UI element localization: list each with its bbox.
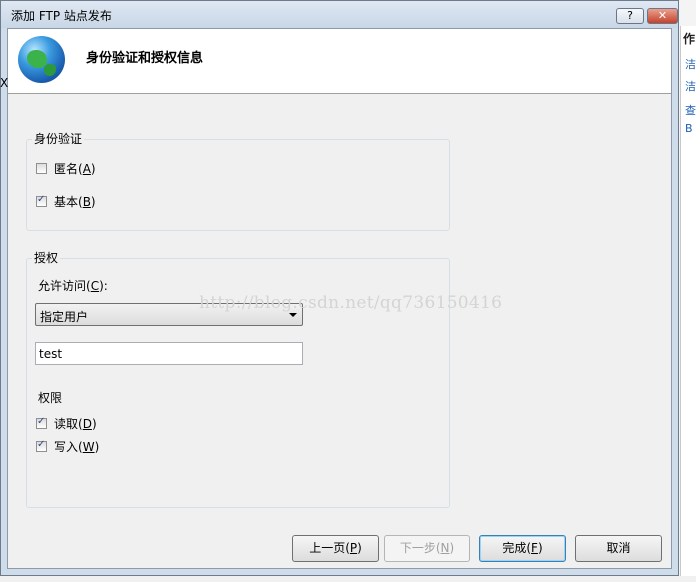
background-bottom-strip [0,576,696,582]
dialog-title: 添加 FTP 站点发布 [11,9,112,23]
close-button[interactable]: ✕ [647,8,678,24]
page-title: 身份验证和授权信息 [86,51,204,66]
background-link[interactable]: B [685,122,693,135]
background-pane-title: 作 [683,32,696,46]
write-checkbox-row[interactable]: 写入(W) [36,438,99,455]
previous-button[interactable]: 上一页(P) [292,535,379,562]
anonymous-label: 匿名(A) [54,162,96,176]
background-link[interactable]: 洁 [685,56,696,72]
authentication-group [26,139,450,231]
read-checkbox-row[interactable]: 读取(D) [36,415,97,432]
finish-button[interactable]: 完成(F) [479,535,566,562]
background-actions-pane: 作 洁 洁 查 B [680,26,696,582]
background-link[interactable]: 查 [685,102,696,118]
anonymous-checkbox[interactable] [36,163,47,174]
wizard-header: 身份验证和授权信息 [8,29,671,94]
allow-access-value: 指定用户 [40,310,89,324]
next-button[interactable]: 下一步(N) [384,535,470,562]
basic-label: 基本(B) [54,195,96,209]
read-label: 读取(D) [54,417,97,431]
write-label: 写入(W) [54,440,100,454]
add-ftp-site-dialog: 添加 FTP 站点发布 ? ✕ 身份验证和授权信息 身份验证 匿名(A) 基本(… [0,0,679,576]
background-link[interactable]: 洁 [685,78,696,94]
background-close-icon[interactable]: X [0,76,8,90]
cancel-button[interactable]: 取消 [575,535,662,562]
globe-icon [18,36,65,83]
chevron-down-icon [289,313,297,317]
permissions-label: 权限 [38,391,63,405]
watermark-text: http://blog.csdn.net/qq736150416 [199,293,503,313]
authentication-group-label: 身份验证 [32,130,85,147]
basic-checkbox[interactable] [36,194,47,207]
read-checkbox[interactable] [36,416,47,429]
anonymous-checkbox-row[interactable]: 匿名(A) [36,160,96,177]
help-button[interactable]: ? [616,8,644,24]
write-checkbox[interactable] [36,439,47,452]
authorization-group-label: 授权 [32,249,61,266]
dialog-content: 身份验证和授权信息 身份验证 匿名(A) 基本(B) 授权 允许访问(C): 指… [7,28,672,569]
user-name-input[interactable]: test [35,342,303,365]
allow-access-label: 允许访问(C): [38,279,108,293]
user-name-value: test [39,347,63,361]
basic-checkbox-row[interactable]: 基本(B) [36,193,96,210]
dialog-title-bar[interactable]: 添加 FTP 站点发布 ? ✕ [1,1,678,28]
